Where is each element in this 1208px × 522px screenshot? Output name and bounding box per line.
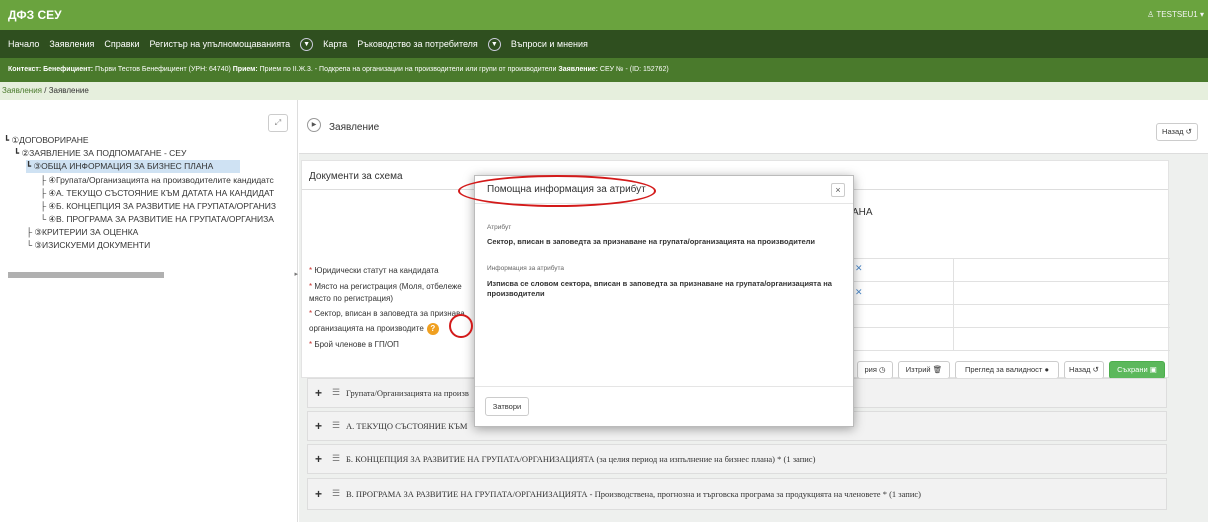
help-icon[interactable]: ? xyxy=(426,323,439,335)
section-concept[interactable]: + ☰ Б. КОНЦЕПЦИЯ ЗА РАЗВИТИЕ НА ГРУПАТА/… xyxy=(307,444,1167,474)
plus-icon[interactable]: + xyxy=(315,452,322,466)
expand-panel-icon[interactable]: ⤢ xyxy=(268,114,288,132)
list-icon: ☰ xyxy=(332,453,341,463)
field-sector-label: * Сектор, вписан в заповедта за признава xyxy=(309,309,465,318)
grid-line xyxy=(852,327,1170,328)
check-circle-icon: ● xyxy=(1044,365,1049,374)
attribute-info-label: Информация за атрибута xyxy=(487,265,565,272)
user-name: TESTSEU1 xyxy=(1156,10,1198,19)
tree-item-group[interactable]: ├ ④Групата/Организацията на производител… xyxy=(40,174,298,187)
grid-line xyxy=(852,281,1170,282)
validate-button[interactable]: Преглед за валидност ● xyxy=(955,361,1059,379)
beneficiary-key: Бенефициент: xyxy=(43,66,94,73)
list-icon: ☰ xyxy=(332,387,341,397)
chevron-down-icon[interactable]: ▼ xyxy=(487,37,501,51)
app-brand[interactable]: ДФЗ СЕУ xyxy=(8,8,62,22)
scroll-right-icon[interactable]: ▸ xyxy=(294,270,298,278)
breadcrumb-separator: / xyxy=(42,86,49,95)
user-menu[interactable]: ♙ TESTSEU1 ▾ xyxy=(1147,10,1204,19)
menu-reports[interactable]: Справки xyxy=(104,39,139,49)
top-bar: ДФЗ СЕУ ♙ TESTSEU1 ▾ xyxy=(0,0,1208,30)
documents-title: Документи за схема xyxy=(309,171,403,182)
grid-line xyxy=(852,350,1170,351)
tree-item-application[interactable]: ┗ ②ЗАЯВЛЕНИЕ ЗА ПОДПОМАГАНЕ - СЕУ xyxy=(14,147,294,160)
context-key: Контекст: xyxy=(8,66,42,73)
tree-item-criteria[interactable]: ├ ③КРИТЕРИИ ЗА ОЦЕНКА xyxy=(26,226,296,239)
back-button[interactable]: Назад ↺ xyxy=(1064,361,1104,379)
main-menu: Начало Заявления Справки Регистър на упъ… xyxy=(0,30,1208,58)
section-label: Б. КОНЦЕПЦИЯ ЗА РАЗВИТИЕ НА ГРУПАТА/ОРГА… xyxy=(346,454,816,464)
section-heading-fragment: АНА xyxy=(852,207,873,218)
beneficiary-value: Първи Тестов Бенефициент (УРН: 64740) xyxy=(95,66,231,73)
menu-home[interactable]: Начало xyxy=(8,39,39,49)
play-icon[interactable]: ▶ xyxy=(307,118,321,132)
field-registration-label-cont: място по регистрация) xyxy=(309,294,393,303)
plus-icon[interactable]: + xyxy=(315,419,322,433)
field-registration-label: * Място на регистрация (Моля, отбележе xyxy=(309,282,462,291)
menu-map[interactable]: Карта xyxy=(323,39,347,49)
close-icon[interactable]: × xyxy=(831,183,845,197)
tree-item-program[interactable]: └ ④В. ПРОГРАМА ЗА РАЗВИТИЕ НА ГРУПАТА/ОР… xyxy=(40,213,298,226)
tree-item-concept[interactable]: ├ ④Б. КОНЦЕПЦИЯ ЗА РАЗВИТИЕ НА ГРУПАТА/О… xyxy=(40,200,298,213)
divider xyxy=(475,386,853,387)
undo-icon: ↺ xyxy=(1185,127,1192,136)
undo-icon: ↺ xyxy=(1092,365,1099,374)
menu-faq[interactable]: Въпроси и мнения xyxy=(511,39,588,49)
history-button[interactable]: рия ◷ xyxy=(857,361,893,379)
attribute-info-value: Изписва се словом сектора, вписан в запо… xyxy=(487,279,832,298)
chevron-down-icon[interactable]: ▼ xyxy=(300,37,314,51)
attribute-help-modal: Помощна информация за атрибут × Атрибут … xyxy=(474,175,854,427)
highlight-ring-modal-title xyxy=(458,175,656,207)
section-label: В. ПРОГРАМА ЗА РАЗВИТИЕ НА ГРУПАТА/ОРГАН… xyxy=(346,489,921,499)
breadcrumb-current: Заявление xyxy=(48,86,89,95)
delete-button[interactable]: Изтрий 🗑 xyxy=(898,361,950,379)
clear-select-icon[interactable]: ✕ xyxy=(855,263,863,274)
grid-line xyxy=(852,258,1170,259)
attribute-label: Атрибут xyxy=(487,224,512,231)
attribute-value: Сектор, вписан в заповедта за признаване… xyxy=(487,237,816,246)
scrollbar-thumb[interactable] xyxy=(8,272,164,278)
field-legal-status-label: * Юридически статут на кандидата xyxy=(309,266,439,275)
save-icon: ▣ xyxy=(1149,365,1157,374)
back-button-top[interactable]: Назад ↺ xyxy=(1156,123,1198,141)
plus-icon[interactable]: + xyxy=(315,487,322,501)
tree-item-general-info[interactable]: ┗ ③ОБЩА ИНФОРМАЦИЯ ЗА БИЗНЕС ПЛАНА xyxy=(26,160,240,173)
list-icon: ☰ xyxy=(332,420,341,430)
clear-select-icon[interactable]: ✕ xyxy=(855,287,863,298)
close-button[interactable]: Затвори xyxy=(485,397,529,416)
grid-line xyxy=(953,258,954,350)
intake-value: Прием по II.Ж.3. - Подкрепа на организац… xyxy=(259,66,557,73)
highlight-ring-help-icon xyxy=(449,314,473,338)
list-icon: ☰ xyxy=(332,488,341,498)
application-key: Заявление: xyxy=(558,66,598,73)
menu-register[interactable]: Регистър на упълномощаванията xyxy=(150,39,291,49)
grid-line xyxy=(852,304,1170,305)
caret-down-icon: ▾ xyxy=(1197,10,1204,19)
menu-manual[interactable]: Ръководство за потребителя xyxy=(357,39,478,49)
trash-icon: 🗑 xyxy=(932,365,943,374)
tree-panel: ⤢ ┗ ①ДОГОВОРИРАНЕ ┗ ②ЗАЯВЛЕНИЕ ЗА ПОДПОМ… xyxy=(0,100,298,522)
menu-applications[interactable]: Заявления xyxy=(49,39,94,49)
tree-item-documents[interactable]: └ ③ИЗИСКУЕМИ ДОКУМЕНТИ xyxy=(26,239,296,252)
main-header: ▶ Заявление Назад ↺ xyxy=(299,100,1208,154)
breadcrumb-link-applications[interactable]: Заявления xyxy=(2,86,42,95)
clock-icon: ◷ xyxy=(878,365,886,374)
section-program[interactable]: + ☰ В. ПРОГРАМА ЗА РАЗВИТИЕ НА ГРУПАТА/О… xyxy=(307,478,1167,510)
application-value: СЕУ № - (ID: 152762) xyxy=(599,66,669,73)
tree-horizontal-scrollbar[interactable]: ▸ xyxy=(2,270,298,278)
page-title: Заявление xyxy=(329,122,380,133)
save-button[interactable]: Съхрани ▣ xyxy=(1109,361,1165,379)
field-members-label: * Брой членове в ГП/ОП xyxy=(309,340,399,349)
intake-key: Прием: xyxy=(232,66,258,73)
field-sector-label-cont: организацията на производите? xyxy=(309,323,439,335)
plus-icon[interactable]: + xyxy=(315,386,322,400)
context-bar: Контекст: Бенефициент: Първи Тестов Бене… xyxy=(0,58,1208,82)
breadcrumb: Заявления / Заявление xyxy=(0,82,1208,100)
tree-item-contracting[interactable]: ┗ ①ДОГОВОРИРАНЕ xyxy=(4,134,294,147)
tree-item-current-state[interactable]: ├ ④А. ТЕКУЩО СЪСТОЯНИЕ КЪМ ДАТАТА НА КАН… xyxy=(40,187,298,200)
